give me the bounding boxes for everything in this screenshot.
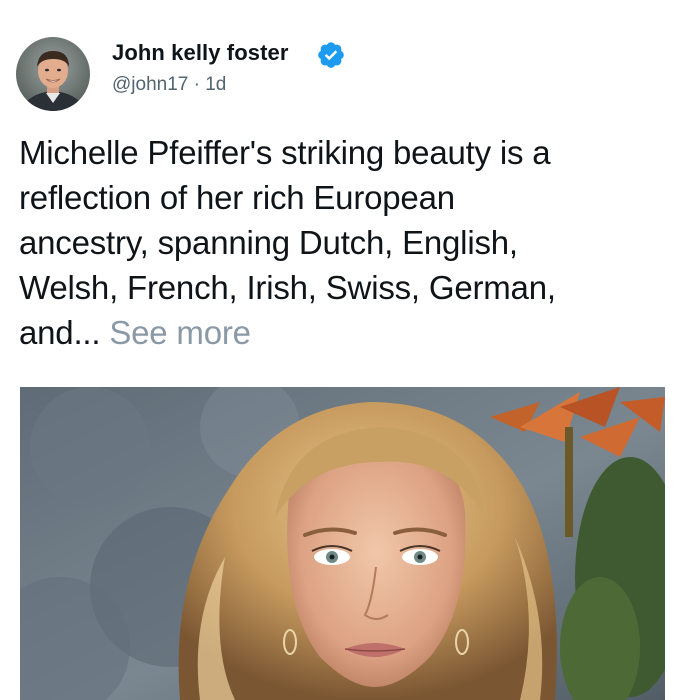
author-meta: @john17 · 1d	[112, 72, 226, 98]
tweet-media-photo[interactable]	[20, 387, 665, 700]
tweet-text-line: reflection of her rich European	[19, 179, 455, 216]
verified-badge-icon	[316, 40, 346, 70]
meta-separator: ·	[188, 74, 206, 95]
tweet-text-line: Welsh, French, Irish, Swiss, German,	[19, 269, 556, 306]
author-handle[interactable]: @john17	[112, 74, 188, 95]
tweet-card: John kelly foster @john17 · 1d Michelle …	[0, 0, 700, 700]
author-name[interactable]: John kelly foster	[112, 38, 289, 68]
tweet-text-last-line: and... See more	[19, 310, 679, 355]
see-more-link[interactable]: See more	[109, 314, 251, 351]
post-timestamp[interactable]: 1d	[205, 74, 226, 95]
portrait-photo	[20, 387, 665, 700]
tweet-text-truncated: and...	[19, 314, 101, 351]
author-avatar[interactable]	[16, 37, 90, 111]
tweet-text-line: ancestry, spanning Dutch, English,	[19, 224, 518, 261]
avatar-image	[16, 37, 90, 111]
tweet-text: Michelle Pfeiffer's striking beauty is a…	[19, 130, 679, 355]
tweet-text-line: Michelle Pfeiffer's striking beauty is a	[19, 134, 551, 171]
